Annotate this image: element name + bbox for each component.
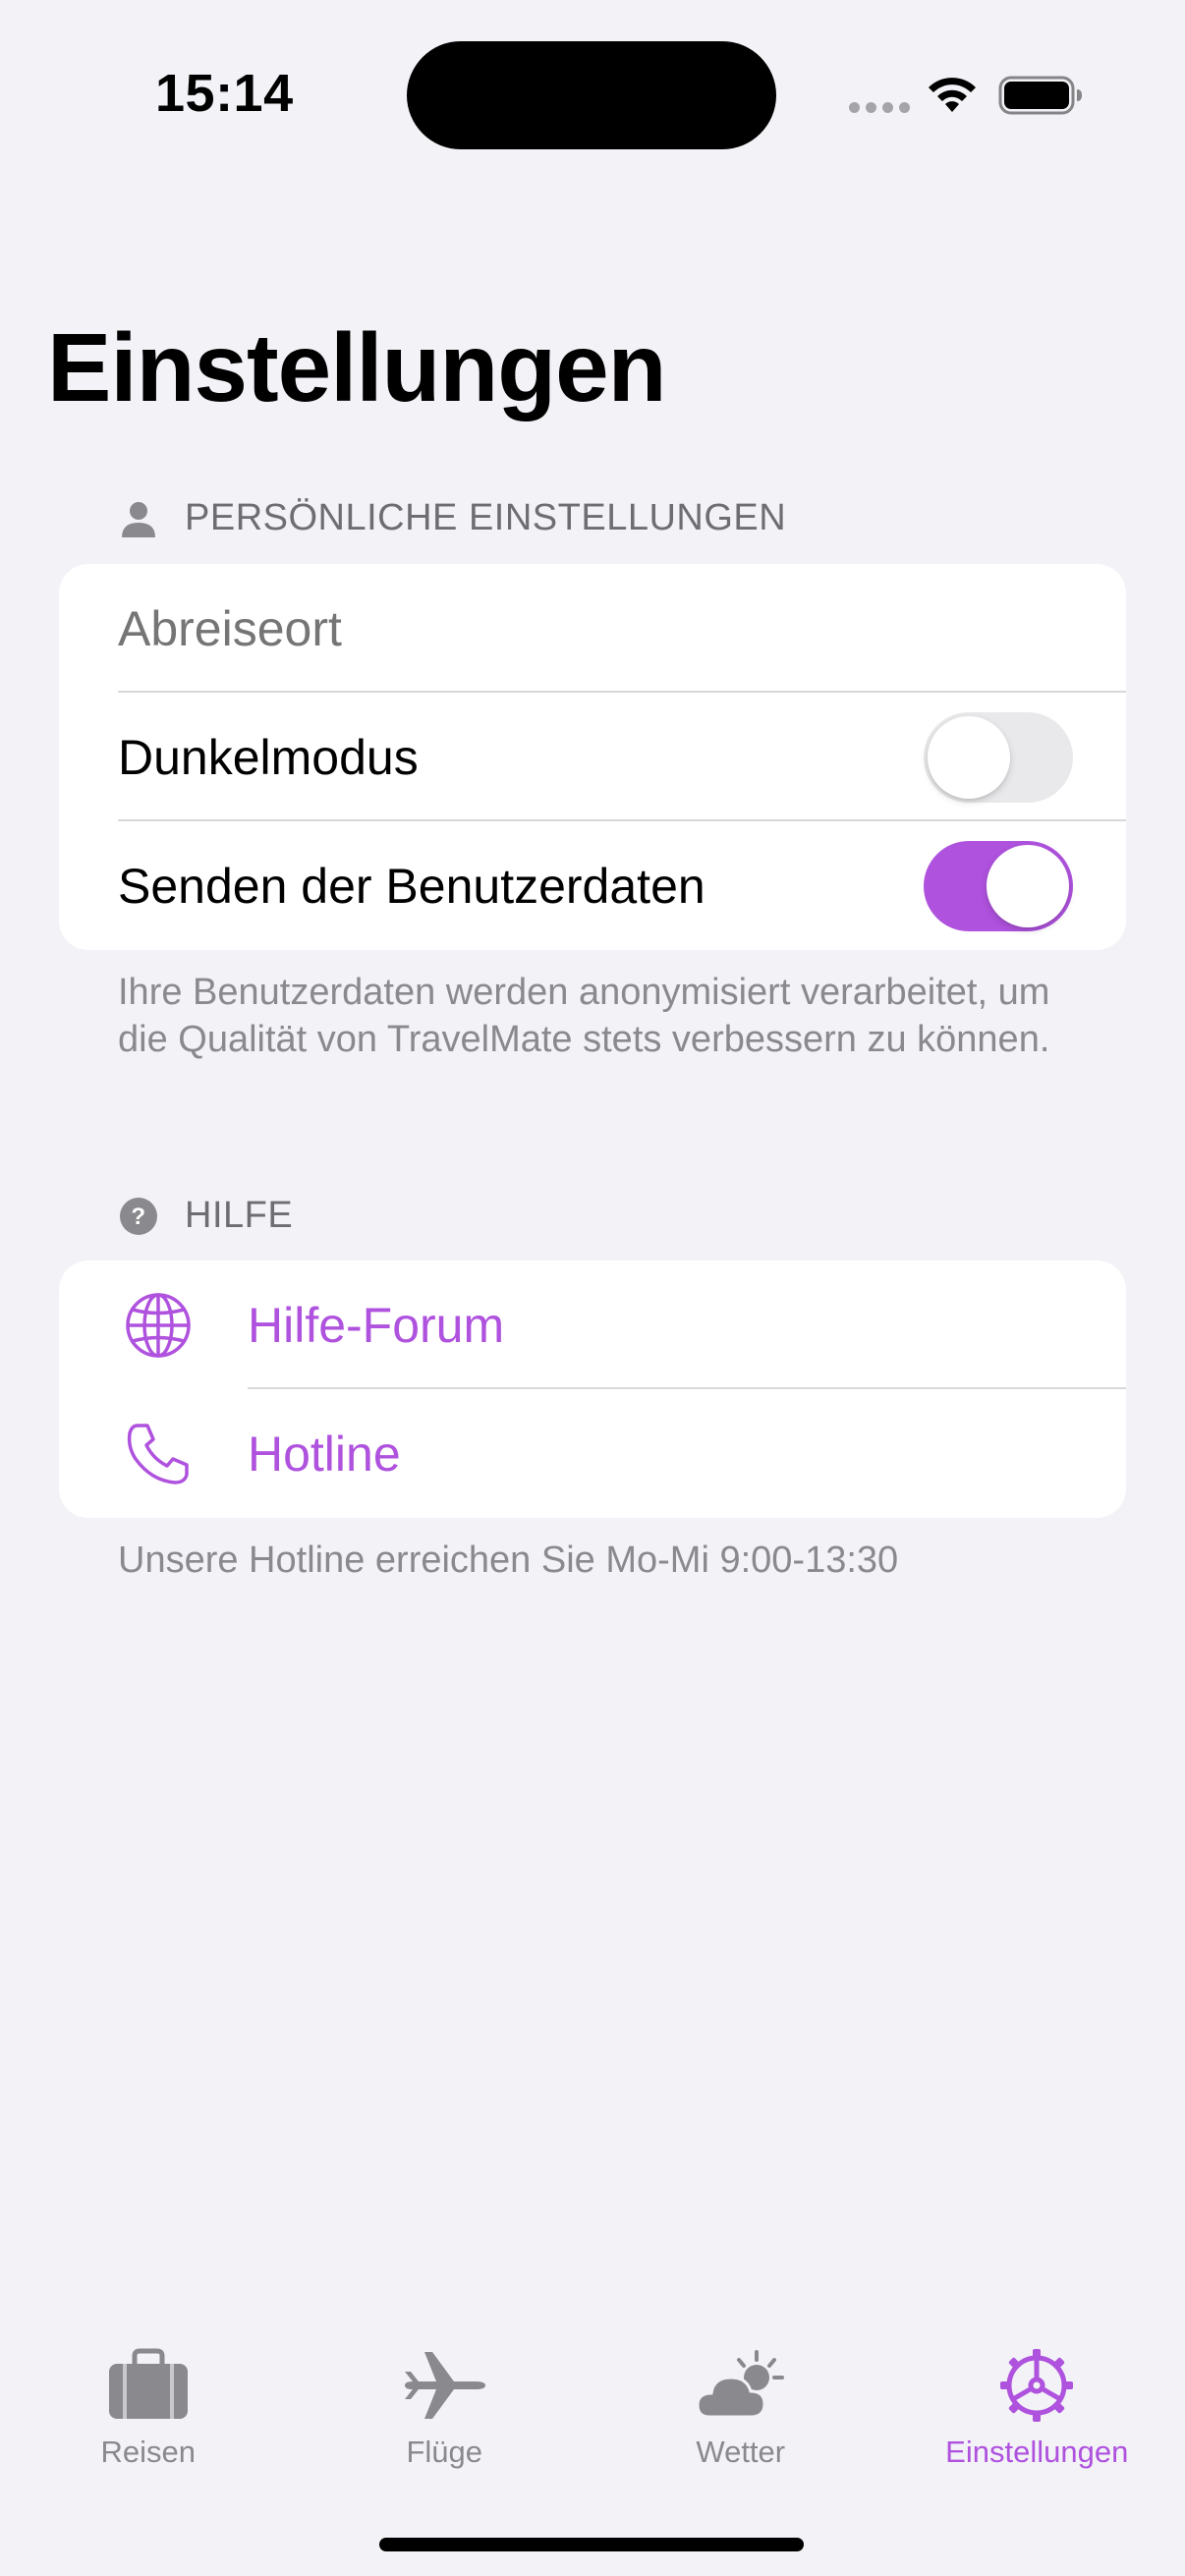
- page-title: Einstellungen: [47, 313, 667, 421]
- tab-wetter[interactable]: Wetter: [592, 2328, 889, 2486]
- wifi-icon: [929, 78, 976, 112]
- battery-icon: [998, 76, 1082, 115]
- tab-label: Einstellungen: [945, 2435, 1129, 2469]
- tab-label: Wetter: [696, 2435, 786, 2469]
- help-section-header: ? HILFE: [118, 1195, 293, 1237]
- departure-input[interactable]: [118, 599, 1002, 657]
- suitcase-icon: [108, 2348, 188, 2419]
- personal-section-footer: Ihre Benutzerdaten werden anonymisiert v…: [118, 972, 1050, 1060]
- help-forum-label: Hilfe-Forum: [248, 1297, 505, 1353]
- send-data-row: Senden der Benutzerdaten: [59, 821, 1126, 950]
- dark-mode-row: Dunkelmodus: [59, 693, 1126, 821]
- personal-section-header: PERSÖNLICHE EINSTELLUNGEN: [118, 497, 786, 539]
- dynamic-island: [407, 41, 776, 149]
- help-forum-row[interactable]: Hilfe-Forum: [59, 1260, 1126, 1389]
- send-data-toggle[interactable]: [924, 840, 1073, 931]
- tab-fluege[interactable]: Flüge: [297, 2328, 593, 2486]
- phone-icon: [127, 1423, 189, 1484]
- help-card: Hilfe-Forum Hotline: [59, 1260, 1126, 1518]
- dark-mode-toggle[interactable]: [924, 711, 1073, 803]
- globe-icon: [126, 1292, 191, 1358]
- hotline-row[interactable]: Hotline: [59, 1389, 1126, 1518]
- help-section-title: HILFE: [185, 1195, 294, 1236]
- person-icon: [122, 501, 155, 537]
- tab-bar: Reisen Flüge Wetter Einstellungen: [0, 2328, 1185, 2486]
- help-section-footer: Unsere Hotline erreichen Sie Mo-Mi 9:00-…: [118, 1540, 899, 1581]
- cloud-sun-icon: [696, 2350, 784, 2419]
- tab-label: Flüge: [406, 2435, 483, 2469]
- dark-mode-label: Dunkelmodus: [118, 729, 419, 785]
- tab-label: Reisen: [100, 2435, 197, 2469]
- personal-settings-card: Dunkelmodus Senden der Benutzerdaten: [59, 564, 1126, 950]
- departure-row[interactable]: [59, 564, 1126, 693]
- status-time: 15:14: [155, 64, 294, 123]
- home-indicator[interactable]: [379, 2538, 804, 2551]
- gear-icon: [1000, 2349, 1074, 2422]
- airplane-icon: [405, 2352, 486, 2419]
- personal-section-title: PERSÖNLICHE EINSTELLUNGEN: [185, 497, 787, 538]
- tab-einstellungen[interactable]: Einstellungen: [889, 2328, 1185, 2486]
- svg-text:?: ?: [131, 1204, 145, 1230]
- hotline-label: Hotline: [248, 1426, 401, 1482]
- question-circle-icon: ?: [120, 1197, 157, 1235]
- tab-reisen[interactable]: Reisen: [0, 2328, 297, 2486]
- cellular-signal-icon: [849, 102, 910, 113]
- send-data-label: Senden der Benutzerdaten: [118, 858, 705, 914]
